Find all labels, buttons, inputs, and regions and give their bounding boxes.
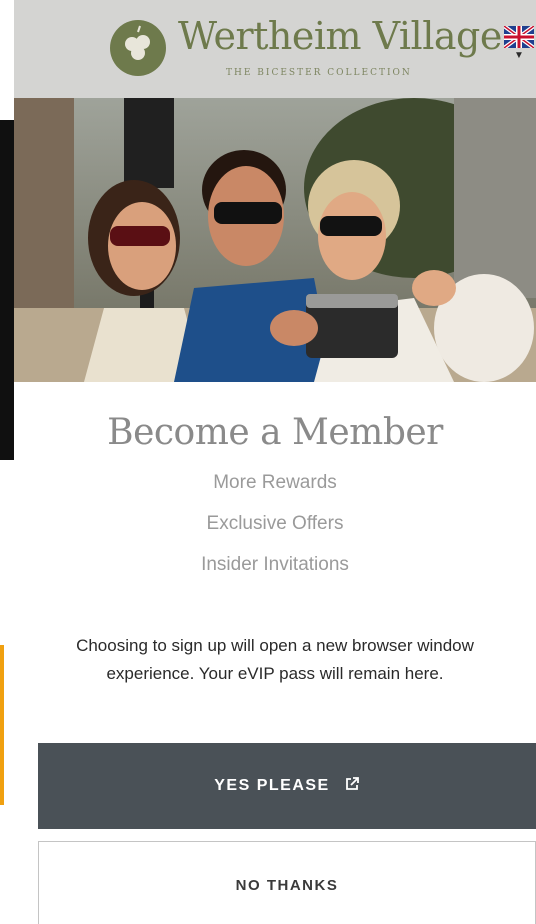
background-accent <box>0 645 4 805</box>
no-thanks-label: NO THANKS <box>235 876 339 894</box>
grape-logo-icon <box>110 20 166 76</box>
modal-header: Wertheim Village THE BICESTER COLLECTION… <box>14 0 536 98</box>
yes-please-label: YES PLEASE <box>214 777 330 794</box>
chevron-down-icon: ▼ <box>514 50 524 61</box>
page-title: Become a Member <box>107 412 443 453</box>
brand-subtitle: THE BICESTER COLLECTION <box>226 68 412 78</box>
uk-flag-icon <box>502 24 536 50</box>
no-thanks-button[interactable]: NO THANKS <box>38 841 536 924</box>
external-link-icon <box>344 776 360 797</box>
perk-item: Exclusive Offers <box>206 513 344 534</box>
yes-please-button[interactable]: YES PLEASE <box>38 743 536 829</box>
signup-notice: Choosing to sign up will open a new brow… <box>76 636 474 683</box>
hero-photo <box>14 98 536 382</box>
membership-modal: Wertheim Village THE BICESTER COLLECTION… <box>14 0 536 924</box>
perk-item: Insider Invitations <box>201 554 349 575</box>
brand-name: Wertheim Village <box>178 14 502 58</box>
language-selector[interactable]: ▼ <box>502 24 536 66</box>
perk-item: More Rewards <box>213 472 337 493</box>
